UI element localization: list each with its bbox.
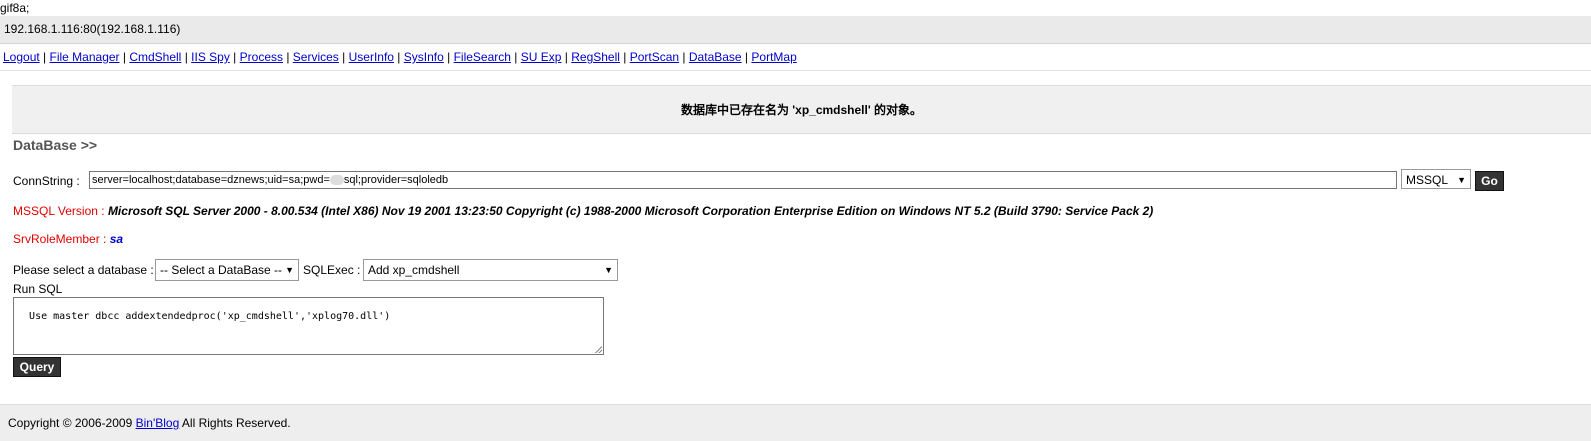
nav-separator: | — [619, 50, 630, 64]
host-bar: 192.168.1.116:80(192.168.1.116) — [0, 16, 1591, 44]
footer-prefix: Copyright © 2006-2009 — [8, 416, 136, 430]
footer-link[interactable]: Bin'Blog — [136, 416, 180, 430]
sqlexec-select[interactable]: Add xp_cmdshell ▼ — [363, 259, 618, 281]
db-type-select[interactable]: MSSQL ▼ — [1401, 169, 1471, 189]
srvrole-label: SrvRoleMember : — [13, 232, 110, 246]
sql-text: Use master dbcc addextendedproc('xp_cmds… — [29, 311, 391, 322]
nav-link-su-exp[interactable]: SU Exp — [521, 50, 562, 64]
nav-separator: | — [561, 50, 572, 64]
conn-label: ConnString : — [13, 174, 80, 188]
nav-link-logout[interactable]: Logout — [3, 50, 40, 64]
nav-link-services[interactable]: Services — [293, 50, 339, 64]
conn-value-part1: server=localhost;database=dznews;uid=sa;… — [92, 174, 330, 186]
nav-link-filesearch[interactable]: FileSearch — [454, 50, 511, 64]
top-text: gif8a; — [0, 1, 30, 15]
nav-link-portscan[interactable]: PortScan — [630, 50, 679, 64]
version-value: Microsoft SQL Server 2000 - 8.00.534 (In… — [107, 204, 1154, 218]
nav-separator: | — [119, 50, 130, 64]
nav-separator: | — [510, 50, 521, 64]
nav-separator: | — [741, 50, 752, 64]
nav-separator: | — [679, 50, 689, 64]
nav-links: Logout | File Manager | CmdShell | IIS S… — [0, 44, 1591, 70]
nav-link-userinfo[interactable]: UserInfo — [349, 50, 394, 64]
run-sql-label: Run SQL — [13, 282, 63, 296]
host-address: 192.168.1.116:80(192.168.1.116) — [4, 22, 181, 36]
nav-link-file-manager[interactable]: File Manager — [50, 50, 120, 64]
sqlexec-select-value: Add xp_cmdshell — [368, 263, 460, 277]
nav-link-sysinfo[interactable]: SysInfo — [404, 50, 444, 64]
nav-link-regshell[interactable]: RegShell — [571, 50, 620, 64]
database-select-value: -- Select a DataBase -- — [160, 263, 283, 277]
dropdown-arrow-icon: ▼ — [604, 265, 613, 275]
nav-separator: | — [283, 50, 293, 64]
dropdown-arrow-icon: ▼ — [1457, 175, 1466, 185]
query-button[interactable]: Query — [13, 357, 61, 377]
conn-string-input[interactable]: server=localhost;database=dznews;uid=sa;… — [89, 171, 1397, 189]
section-title: DataBase >> — [13, 137, 98, 153]
nav-link-database[interactable]: DataBase — [689, 50, 742, 64]
srvrole-value: sa — [109, 232, 124, 246]
nav-separator: | — [338, 50, 349, 64]
footer-suffix: All Rights Reserved. — [179, 416, 291, 430]
resize-handle-icon[interactable] — [595, 346, 602, 353]
nav-bar: Logout | File Manager | CmdShell | IIS S… — [0, 44, 1591, 71]
sql-textarea[interactable]: Use master dbcc addextendedproc('xp_cmds… — [13, 297, 604, 355]
select-db-label: Please select a database : — [13, 263, 154, 277]
nav-link-iis-spy[interactable]: IIS Spy — [191, 50, 230, 64]
select-row: Please select a database : -- Select a D… — [13, 259, 633, 281]
version-label: MSSQL Version : — [13, 204, 108, 218]
nav-separator: | — [393, 50, 404, 64]
srvrole-row: SrvRoleMember : sa — [13, 232, 123, 246]
message-box: 数据库中已存在名为 'xp_cmdshell' 的对象。 — [12, 85, 1591, 134]
footer: Copyright © 2006-2009 Bin'Blog All Right… — [0, 404, 1591, 441]
go-button[interactable]: Go — [1475, 171, 1504, 191]
nav-link-process[interactable]: Process — [240, 50, 283, 64]
sqlexec-label: SQLExec : — [303, 263, 361, 277]
conn-value-part2: sql;provider=sqloledb — [343, 174, 449, 186]
nav-separator: | — [39, 50, 50, 64]
nav-separator: | — [443, 50, 454, 64]
nav-link-cmdshell[interactable]: CmdShell — [129, 50, 181, 64]
database-select[interactable]: -- Select a DataBase -- ▼ — [155, 259, 299, 281]
version-row: MSSQL Version : Microsoft SQL Server 200… — [13, 204, 1153, 218]
nav-link-portmap[interactable]: PortMap — [751, 50, 796, 64]
message-text: 数据库中已存在名为 'xp_cmdshell' 的对象。 — [680, 103, 923, 117]
nav-separator: | — [229, 50, 240, 64]
conn-row: ConnString : server=localhost;database=d… — [13, 169, 1573, 191]
nav-separator: | — [181, 50, 192, 64]
dropdown-arrow-icon: ▼ — [285, 265, 294, 275]
redacted-blur — [329, 175, 344, 186]
db-type-value: MSSQL — [1406, 173, 1449, 187]
